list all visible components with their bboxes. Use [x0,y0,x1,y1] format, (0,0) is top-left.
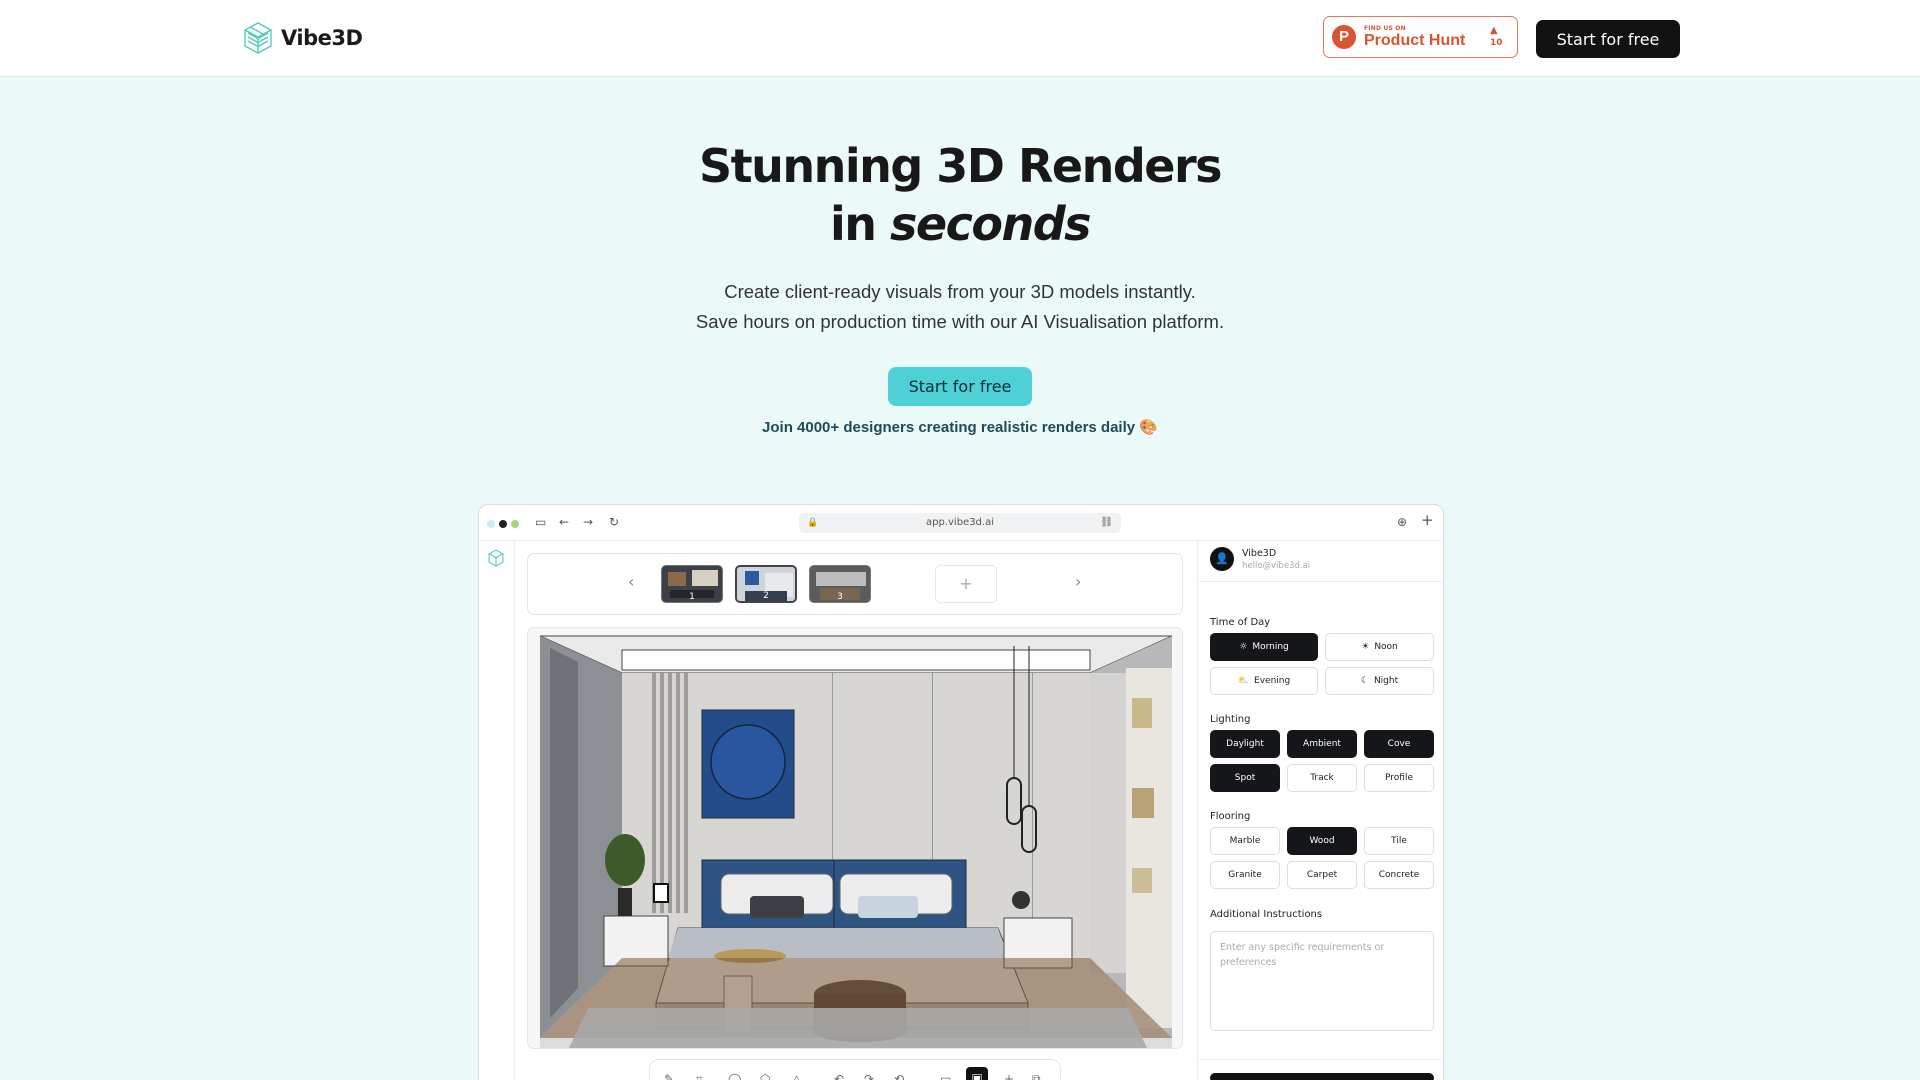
sun-icon: ☀ [1361,642,1370,652]
window-dot-icon [487,520,495,528]
render-thumbnail[interactable]: 1 [661,565,723,603]
product-hunt-icon: P [1332,25,1356,49]
render-thumbnail[interactable]: 3 [809,565,871,603]
download-icon[interactable]: ⊕ [1397,515,1407,529]
eraser-icon[interactable]: ⬠ [760,1072,770,1080]
moon-icon: ☾ [1360,676,1369,686]
pen-icon[interactable]: ✎ [664,1072,674,1080]
lighting-track-button[interactable]: Track [1287,764,1357,792]
time-evening-button[interactable]: ⛅ Evening [1210,667,1318,695]
hero-title-in: in [829,197,877,251]
render-preview [527,627,1183,1049]
product-hunt-count: 10 [1490,38,1503,48]
hero-title-emphasis: seconds [890,197,1092,251]
undo-icon[interactable]: ↶ [834,1072,844,1080]
flooring-carpet-button[interactable]: Carpet [1287,861,1357,889]
divider [1198,581,1443,582]
canvas-toolbar: ✎ ⌗ ◯ ⬠ △ ↶ ↷ ⟲ ▭ ▣ + ⧉ [649,1059,1061,1080]
nav-start-button[interactable]: Start for free [1536,20,1680,58]
app-left-rail [479,541,515,1080]
cube-logo-icon [244,22,272,54]
settings-panel: 👤 Vibe3D hello@vibe3d.ai Time of Day ☼ Mo… [1197,541,1443,1080]
new-tab-plus-icon[interactable]: + [1421,513,1434,528]
grid-view-icon[interactable]: ▣ [966,1067,988,1080]
hero-subtitle: Create client-ready visuals from your 3D… [0,277,1920,337]
link-icon[interactable]: ⛓ [1100,513,1113,533]
bedroom-render-image [539,635,1173,1048]
forward-arrow-icon[interactable]: → [583,515,593,529]
flooring-marble-button[interactable]: Marble [1210,827,1280,855]
divider [1198,1059,1443,1060]
user-name: Vibe3D [1242,548,1277,559]
lasso-icon[interactable]: ◯ [728,1072,741,1080]
time-of-day-label: Time of Day [1210,617,1271,628]
product-hunt-badge[interactable]: P FIND US ON Product Hunt ▲ 10 [1323,16,1518,58]
sidebar-toggle-icon[interactable]: ▭ [535,515,546,529]
generate-button[interactable] [1210,1073,1434,1080]
thumbnail-number: 3 [837,592,843,602]
add-icon[interactable]: + [1004,1072,1014,1080]
user-avatar-icon[interactable]: 👤 [1210,547,1234,571]
time-night-button[interactable]: ☾ Night [1325,667,1434,695]
hero-subtitle-line2: Save hours on production time with our A… [695,311,1225,332]
chevron-right-icon[interactable]: › [1075,572,1081,591]
window-dot-icon [499,520,507,528]
time-morning-button[interactable]: ☼ Morning [1210,633,1318,661]
product-hunt-find-us: FIND US ON [1364,25,1406,32]
flooring-concrete-button[interactable]: Concrete [1364,861,1434,889]
user-email: hello@vibe3d.ai [1242,561,1311,571]
chevron-left-icon[interactable]: ‹ [628,572,634,591]
back-arrow-icon[interactable]: ← [559,515,569,529]
hero-title-line2: in seconds [0,195,1920,253]
instructions-label: Additional Instructions [1210,909,1323,920]
app-preview-window: ▭ ← → ↻ 🔒 app.vibe3d.ai ⛓ ⊕ + ‹ 1 2 3 + [478,504,1444,1080]
lighting-spot-button[interactable]: Spot [1210,764,1280,792]
url-text: app.vibe3d.ai [926,517,994,528]
instructions-textarea[interactable]: Enter any specific requirements or prefe… [1210,931,1434,1031]
lighting-profile-button[interactable]: Profile [1364,764,1434,792]
option-label: Night [1373,676,1399,686]
hero-subtitle-line1: Create client-ready visuals from your 3D… [724,281,1196,302]
lighting-cove-button[interactable]: Cove [1364,730,1434,758]
hero-title: Stunning 3D Renders in seconds [0,137,1920,253]
upvote-triangle-icon: ▲ [1490,25,1498,36]
reload-icon[interactable]: ↻ [609,515,619,529]
product-hunt-label: Product Hunt [1364,32,1466,49]
app-logo-icon[interactable] [487,549,505,567]
history-icon[interactable]: ⟲ [894,1072,904,1080]
thumbnail-number: 1 [689,592,695,602]
redo-icon[interactable]: ↷ [864,1072,874,1080]
frame-icon[interactable]: ▭ [940,1072,951,1080]
lock-icon: 🔒 [807,518,819,528]
lighting-ambient-button[interactable]: Ambient [1287,730,1357,758]
sunrise-icon: ☼ [1239,642,1248,652]
address-bar[interactable]: 🔒 app.vibe3d.ai ⛓ [799,513,1121,533]
option-label: Morning [1252,642,1289,652]
brand-logo[interactable]: Vibe3D [242,21,363,55]
transform-icon[interactable]: ⌗ [696,1072,703,1080]
layers-icon[interactable]: ⧉ [1032,1072,1041,1080]
thumbnail-number: 2 [763,591,769,601]
render-thumbnail[interactable]: 2 [735,565,797,603]
add-render-button[interactable]: + [935,565,997,603]
window-dot-icon [511,520,519,528]
shape-icon[interactable]: △ [792,1072,801,1080]
flooring-wood-button[interactable]: Wood [1287,827,1357,855]
sunset-icon: ⛅ [1237,676,1250,686]
flooring-tile-button[interactable]: Tile [1364,827,1434,855]
flooring-label: Flooring [1210,811,1251,822]
option-label: Noon [1374,642,1398,652]
social-proof-text: Join 4000+ designers creating realistic … [762,419,1158,436]
top-nav: Vibe3D P FIND US ON Product Hunt ▲ 10 St… [0,0,1920,77]
browser-toolbar: ▭ ← → ↻ 🔒 app.vibe3d.ai ⛓ ⊕ + [479,505,1443,541]
render-thumbnail-strip: ‹ 1 2 3 + › [527,553,1183,615]
hero-title-line1: Stunning 3D Renders [698,139,1223,193]
lighting-label: Lighting [1210,714,1251,725]
option-label: Evening [1254,676,1291,686]
time-noon-button[interactable]: ☀ Noon [1325,633,1434,661]
hero-start-button[interactable]: Start for free [888,367,1032,406]
flooring-granite-button[interactable]: Granite [1210,861,1280,889]
brand-name: Vibe3D [281,26,363,50]
lighting-daylight-button[interactable]: Daylight [1210,730,1280,758]
